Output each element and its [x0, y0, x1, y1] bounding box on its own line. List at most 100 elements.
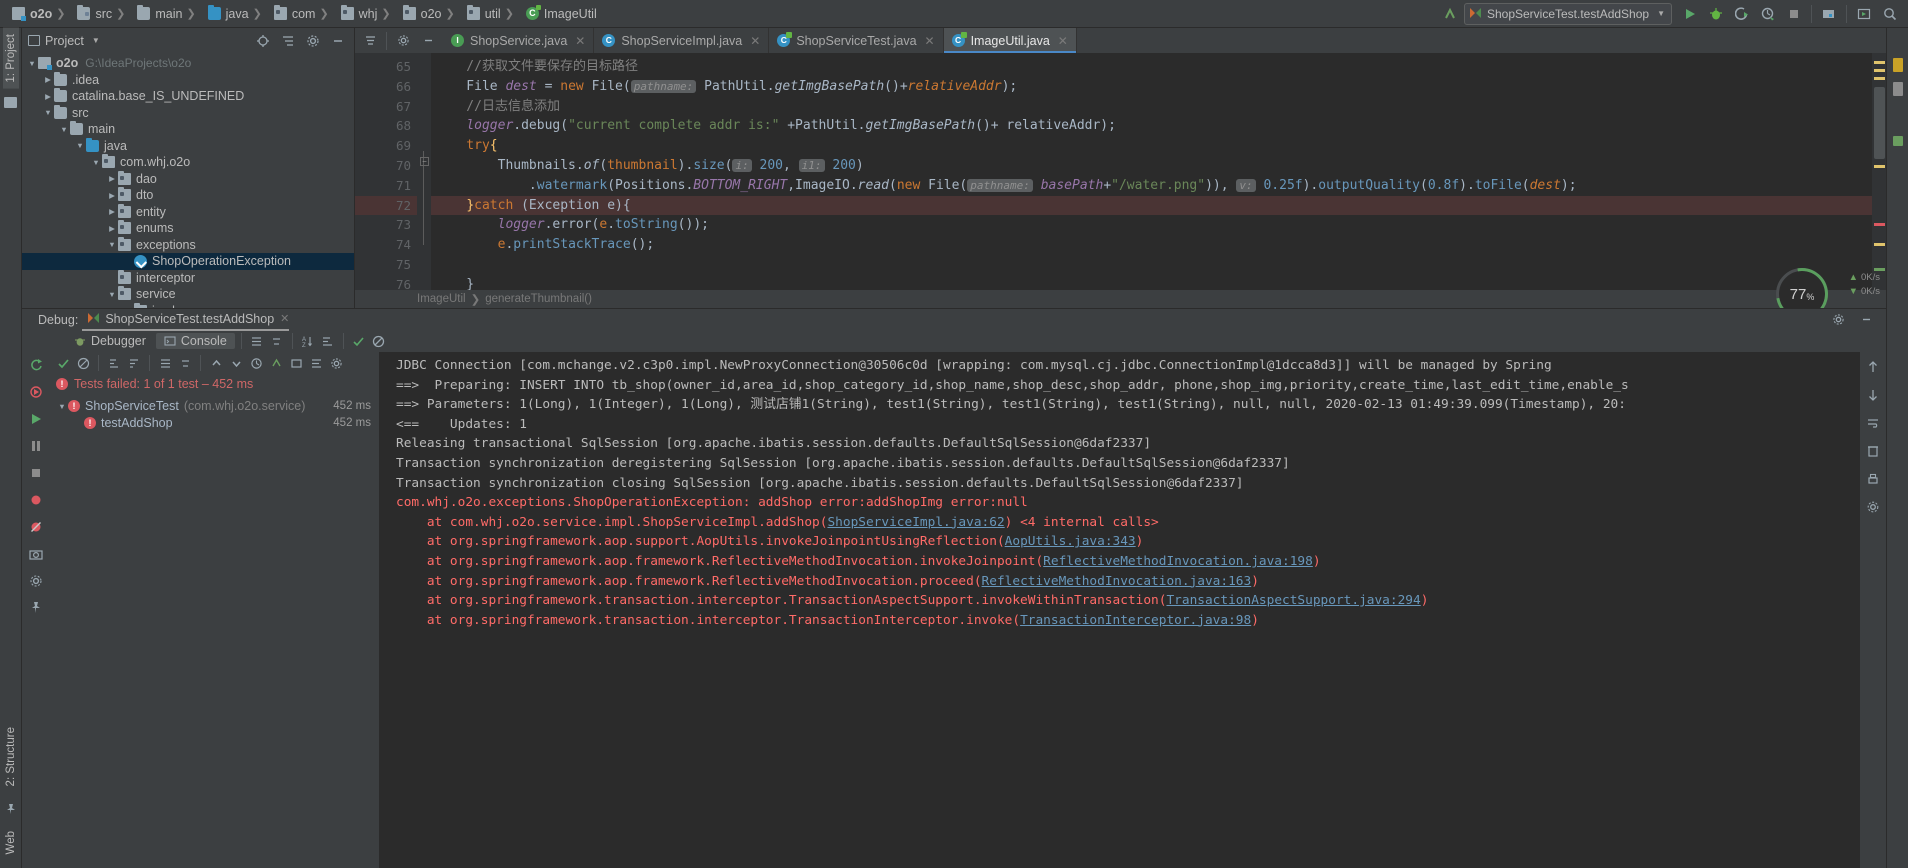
project-tree-item-enums[interactable]: ▶ enums	[22, 220, 354, 237]
chevron-down-icon[interactable]: ▼	[74, 141, 86, 150]
project-tree-item-main[interactable]: ▼ main	[22, 121, 354, 138]
chevron-right-icon[interactable]: ▶	[42, 92, 54, 101]
test-settings-gear-icon[interactable]	[327, 354, 345, 372]
close-icon[interactable]: ✕	[925, 34, 935, 48]
chevron-down-icon[interactable]: ▼	[106, 290, 118, 299]
project-tree-item-interceptor[interactable]: interceptor	[22, 269, 354, 287]
run-configuration-selector[interactable]: ShopServiceTest.testAddShop ▼	[1463, 2, 1672, 25]
debug-session-tab[interactable]: ShopServiceTest.testAddShop ✕	[82, 312, 290, 331]
view-breakpoints-icon[interactable]	[27, 491, 45, 509]
prev-failed-test-icon[interactable]	[207, 354, 225, 372]
gutter-line-72[interactable]: 72	[355, 195, 417, 216]
tool-window-web[interactable]: Web	[3, 825, 19, 860]
stack-frame-link[interactable]: AopUtils.java:343	[1005, 534, 1136, 549]
mute-breakpoints-icon[interactable]	[27, 518, 45, 536]
project-tree-item-service[interactable]: ▼ service	[22, 286, 354, 303]
stack-frame-link[interactable]: ReflectiveMethodInvocation.java:163	[982, 574, 1252, 589]
gutter-line-73[interactable]: 73	[355, 215, 417, 235]
editor-tab-shopservicetest[interactable]: C ShopServiceTest.java ✕	[769, 28, 944, 53]
export-results-icon[interactable]	[267, 354, 285, 372]
scroll-from-source-icon[interactable]	[251, 29, 275, 53]
stop-icon[interactable]	[27, 464, 45, 482]
gutter-line-70[interactable]: 70	[355, 156, 417, 176]
project-tree-item-exceptions[interactable]: ▼ exceptions	[22, 236, 354, 254]
project-tree-item-entity[interactable]: ▶ entity	[22, 203, 354, 221]
project-tree-item-catalina-base-is-undefined[interactable]: ▶ catalina.base_IS_UNDEFINED	[22, 88, 354, 105]
code-editor[interactable]: 65666768697071727374757677 − − //获取文件要保存…	[355, 53, 1886, 308]
rerun-icon[interactable]	[27, 356, 45, 374]
gutter-line-69[interactable]: 69	[355, 136, 417, 156]
editor-gutter[interactable]: 65666768697071727374757677	[355, 53, 417, 308]
stack-frame-link[interactable]: TransactionAspectSupport.java:294	[1166, 593, 1420, 608]
chevron-down-icon[interactable]: ▼	[42, 108, 54, 117]
editor-settings-gear-icon[interactable]	[391, 29, 415, 53]
breadcrumb-item-whj[interactable]: whj ❯	[337, 2, 399, 26]
hide-panel-icon[interactable]	[326, 29, 350, 53]
print-icon[interactable]	[1864, 470, 1882, 488]
editor-tab-imageutil[interactable]: C ImageUtil.java ✕	[943, 28, 1077, 53]
expand-all-icon[interactable]	[248, 332, 266, 350]
profile-button[interactable]	[1756, 2, 1780, 26]
search-everywhere-icon[interactable]	[1878, 2, 1902, 26]
gutter-line-71[interactable]: 71	[355, 176, 417, 196]
pause-program-icon[interactable]	[27, 437, 45, 455]
code-text-area[interactable]: //获取文件要保存的目标路径 File dest = new File(path…	[431, 53, 1872, 308]
project-tree-item-src[interactable]: ▼ src	[22, 104, 354, 122]
test-tree-item[interactable]: ▼! ShopServiceTest (com.whj.o2o.service) 45…	[50, 398, 379, 415]
breadcrumb-item-o2o-pkg[interactable]: o2o ❯	[399, 2, 463, 26]
resume-program-icon[interactable]	[27, 410, 45, 428]
breadcrumb-item-com[interactable]: com ❯	[270, 2, 337, 26]
collapse-all-icon[interactable]	[268, 332, 286, 350]
editor-tab-shopserviceimpl[interactable]: C ShopServiceImpl.java ✕	[594, 28, 770, 53]
debug-button[interactable]	[1704, 2, 1728, 26]
rerun-failed-tests-icon[interactable]	[27, 383, 45, 401]
chevron-down-icon[interactable]: ▼	[58, 125, 70, 134]
tab-debugger[interactable]: Debugger	[66, 333, 154, 349]
gutter-line-65[interactable]: 65	[355, 57, 417, 77]
sort-alphabetically-icon[interactable]	[105, 354, 123, 372]
console-output[interactable]: JDBC Connection [com.mchange.v2.c3p0.imp…	[380, 352, 1860, 868]
sort-tabs-icon[interactable]	[358, 29, 382, 53]
gutter-line-75[interactable]: 75	[355, 255, 417, 275]
gutter-line-74[interactable]: 74	[355, 235, 417, 255]
pin-tab-icon[interactable]	[27, 599, 45, 617]
show-ignored-icon[interactable]	[370, 332, 388, 350]
gutter-line-66[interactable]: 66	[355, 77, 417, 97]
fold-collapse-icon[interactable]: −	[420, 157, 429, 166]
build-project-button[interactable]	[1817, 2, 1841, 26]
editor-marker-bar[interactable]	[1872, 53, 1886, 308]
chevron-right-icon[interactable]: ▶	[106, 224, 118, 233]
project-tree-item-o2o[interactable]: ▼ o2o G:\IdeaProjects\o2o	[22, 55, 354, 72]
stack-trace-line[interactable]: at org.springframework.aop.support.AopUt…	[396, 532, 1860, 552]
breadcrumb-item-util[interactable]: util ❯	[463, 2, 522, 26]
stack-trace-line[interactable]: at org.springframework.transaction.inter…	[396, 611, 1860, 631]
tool-window-project[interactable]: 1: Project	[2, 28, 19, 89]
settings-gear-icon[interactable]	[301, 29, 325, 53]
gutter-line-68[interactable]: 68	[355, 116, 417, 136]
sort-alphabetically-icon[interactable]: AZ	[299, 332, 317, 350]
collapse-all-icon[interactable]	[276, 29, 300, 53]
back-arrow-icon[interactable]	[1438, 2, 1462, 26]
project-tree-item-shopoperationexception[interactable]: ShopOperationException	[22, 253, 354, 270]
stack-frame-link[interactable]: ReflectiveMethodInvocation.java:198	[1043, 554, 1313, 569]
project-tree-item-dto[interactable]: ▶ dto	[22, 187, 354, 204]
show-passed-icon[interactable]	[350, 332, 368, 350]
collapse-all-icon[interactable]	[176, 354, 194, 372]
open-results-icon[interactable]	[287, 354, 305, 372]
stack-trace-line[interactable]: at org.springframework.transaction.inter…	[396, 591, 1860, 611]
breadcrumb-item-java[interactable]: java ❯	[204, 2, 270, 26]
editor-tab-shopservice[interactable]: I ShopService.java ✕	[443, 28, 595, 53]
tool-window-structure[interactable]: 2: Structure	[3, 721, 19, 792]
chevron-down-icon[interactable]: ▼	[106, 240, 118, 249]
maven-icon[interactable]	[1892, 58, 1903, 72]
soft-wrap-icon[interactable]	[1864, 414, 1882, 432]
test-tree-item[interactable]: ! testAddShop 452 ms	[50, 415, 379, 432]
stack-trace-line[interactable]: at org.springframework.aop.framework.Ref…	[396, 552, 1860, 572]
chevron-right-icon[interactable]: ▶	[106, 174, 118, 183]
database-icon[interactable]	[1892, 82, 1903, 96]
project-tree-item--idea[interactable]: ▶ .idea	[22, 71, 354, 89]
stack-frame-link[interactable]: ShopServiceImpl.java:62	[827, 515, 1004, 530]
settings-gear-icon[interactable]	[27, 572, 45, 590]
breadcrumb-item-main[interactable]: main ❯	[133, 2, 203, 26]
gutter-line-67[interactable]: 67	[355, 97, 417, 117]
